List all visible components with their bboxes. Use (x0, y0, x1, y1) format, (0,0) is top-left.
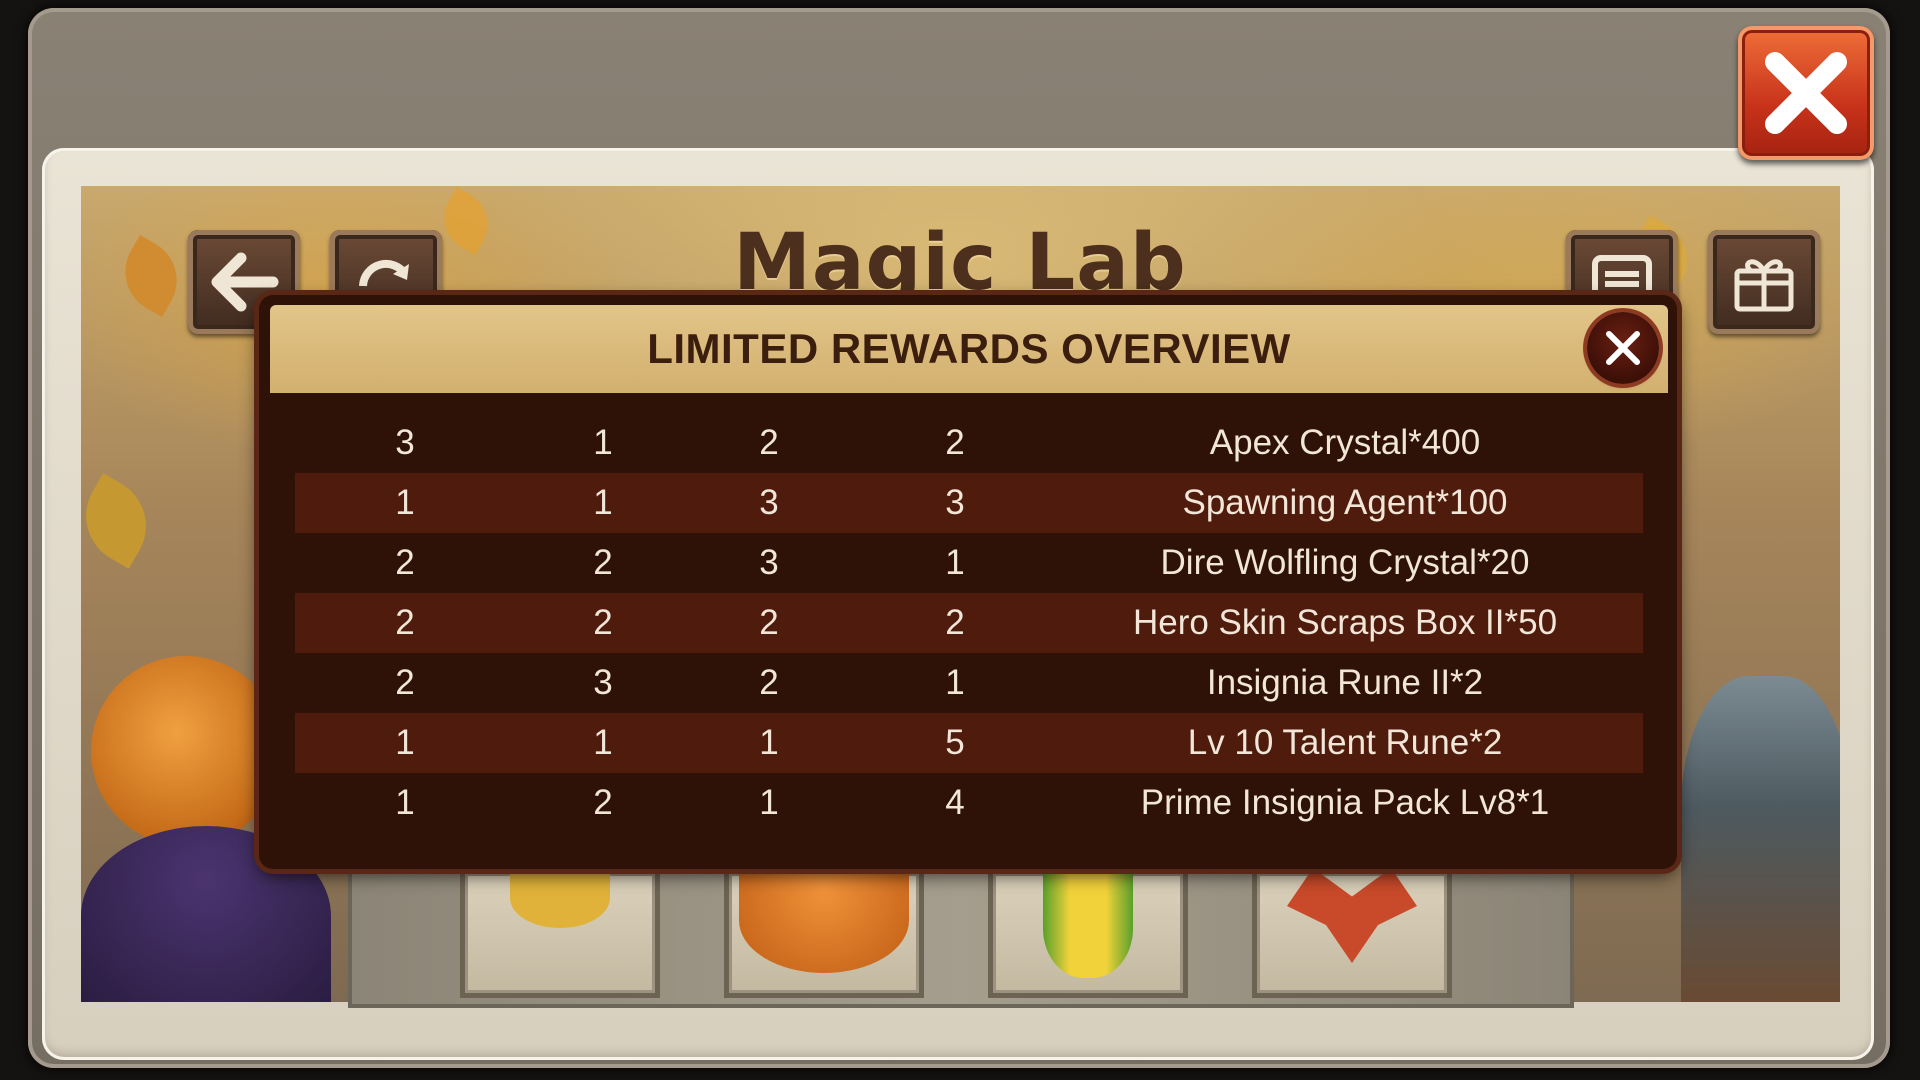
table-cell: 1 (395, 783, 415, 822)
pumpkin-image (739, 868, 909, 973)
reward-name: Apex Crystal*400 (1209, 423, 1481, 462)
modal-header: LIMITED REWARDS OVERVIEW (270, 305, 1668, 393)
table-cell: 2 (593, 603, 613, 642)
reward-name: Lv 10 Talent Rune*2 (1187, 723, 1503, 762)
table-cell: 2 (759, 663, 779, 702)
gift-button[interactable] (1708, 230, 1820, 334)
close-icon (1606, 331, 1640, 365)
table-cell: 1 (395, 723, 415, 762)
slot-corn (988, 868, 1188, 998)
table-row: 1 1 3 3 Spawning Agent*100 (295, 473, 1643, 533)
table-cell: 3 (759, 543, 779, 582)
modal-close-button[interactable] (1587, 312, 1659, 384)
slot-maple (1252, 868, 1452, 998)
close-icon (1765, 52, 1847, 134)
pumpkin-character-image (91, 656, 281, 846)
slot-pumpkin (724, 868, 924, 998)
table-cell: 2 (945, 603, 965, 642)
reward-name: Dire Wolfling Crystal*20 (1160, 543, 1530, 582)
rewards-table: 3 1 2 2 Apex Crystal*400 1 1 3 3 Spawnin… (295, 413, 1643, 833)
leaf-decoration (110, 235, 192, 317)
ginkgo-leaf-image (510, 868, 610, 928)
table-cell: 3 (593, 663, 613, 702)
reward-name: Spawning Agent*100 (1182, 483, 1508, 522)
leaf-decoration (431, 186, 501, 256)
table-cell: 2 (759, 603, 779, 642)
table-cell: 5 (945, 723, 965, 762)
table-cell: 1 (945, 663, 965, 702)
warrior-character-image (1681, 676, 1840, 1002)
table-cell: 1 (593, 723, 613, 762)
table-cell: 1 (759, 783, 779, 822)
table-cell: 4 (945, 783, 965, 822)
table-cell: 2 (395, 543, 415, 582)
table-row: 3 1 2 2 Apex Crystal*400 (295, 413, 1643, 473)
table-cell: 3 (395, 423, 415, 462)
table-cell: 2 (759, 423, 779, 462)
leaf-decoration (81, 473, 164, 569)
table-cell: 1 (593, 423, 613, 462)
window-close-button[interactable] (1738, 26, 1874, 160)
table-cell: 1 (759, 723, 779, 762)
reward-name: Insignia Rune II*2 (1206, 663, 1484, 702)
table-row: 2 2 3 1 Dire Wolfling Crystal*20 (295, 533, 1643, 593)
table-cell: 2 (395, 603, 415, 642)
table-cell: 3 (945, 483, 965, 522)
table-row: 1 1 1 5 Lv 10 Talent Rune*2 (295, 713, 1643, 773)
table-cell: 2 (593, 783, 613, 822)
table-cell: 1 (945, 543, 965, 582)
table-row: 2 3 2 1 Insignia Rune II*2 (295, 653, 1643, 713)
reward-name: Hero Skin Scraps Box II*50 (1132, 603, 1558, 642)
modal-title: LIMITED REWARDS OVERVIEW (647, 325, 1291, 372)
table-cell: 3 (759, 483, 779, 522)
gift-icon (1734, 259, 1794, 312)
table-row: 1 2 1 4 Prime Insignia Pack Lv8*1 (295, 773, 1643, 833)
slot-leaf (460, 868, 660, 998)
table-cell: 2 (945, 423, 965, 462)
table-cell: 1 (593, 483, 613, 522)
table-cell: 1 (395, 483, 415, 522)
reward-name: Prime Insignia Pack Lv8*1 (1140, 783, 1550, 822)
maple-leaf-image (1287, 868, 1417, 963)
table-row: 2 2 2 2 Hero Skin Scraps Box II*50 (295, 593, 1643, 653)
table-cell: 2 (593, 543, 613, 582)
table-cell: 2 (395, 663, 415, 702)
corn-image (1043, 868, 1133, 978)
